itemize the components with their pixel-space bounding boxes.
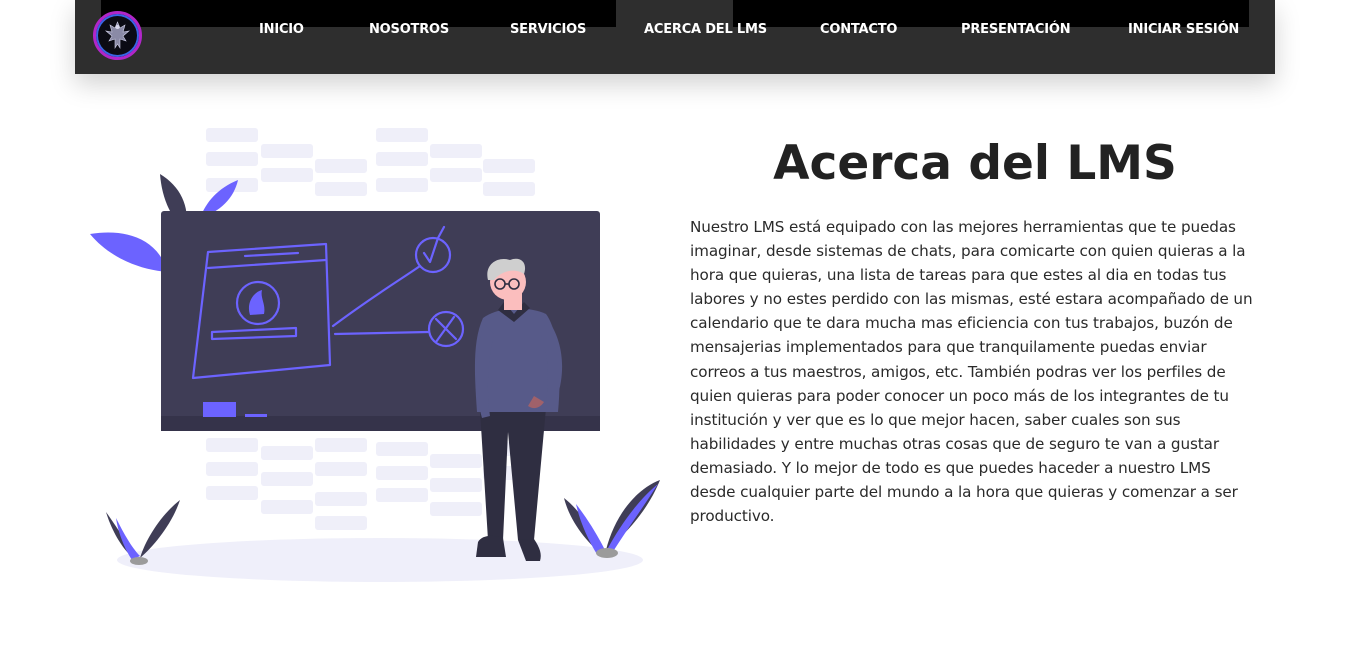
- nav-link-contacto[interactable]: CONTACTO: [820, 22, 897, 37]
- section-title: Acerca del LMS: [773, 136, 1177, 191]
- illustration-svg: [90, 128, 660, 582]
- nav-link-presentacion[interactable]: PRESENTACIÓN: [961, 22, 1071, 37]
- nav-link-inicio[interactable]: INICIO: [259, 22, 304, 37]
- top-navbar: INICIO NOSOTROS SERVICIOS ACERCA DEL LMS…: [75, 0, 1275, 74]
- nav-link-iniciar-sesion[interactable]: INICIAR SESIÓN: [1128, 22, 1239, 37]
- phoenix-logo-icon[interactable]: [93, 11, 142, 60]
- nav-link-acerca-del-lms[interactable]: ACERCA DEL LMS: [644, 22, 767, 37]
- nav-link-servicios[interactable]: SERVICIOS: [510, 22, 586, 37]
- nav-link-nosotros[interactable]: NOSOTROS: [369, 22, 449, 37]
- section-body-text: Nuestro LMS está equipado con las mejore…: [690, 218, 1253, 526]
- teacher-at-blackboard-illustration: [88, 120, 663, 590]
